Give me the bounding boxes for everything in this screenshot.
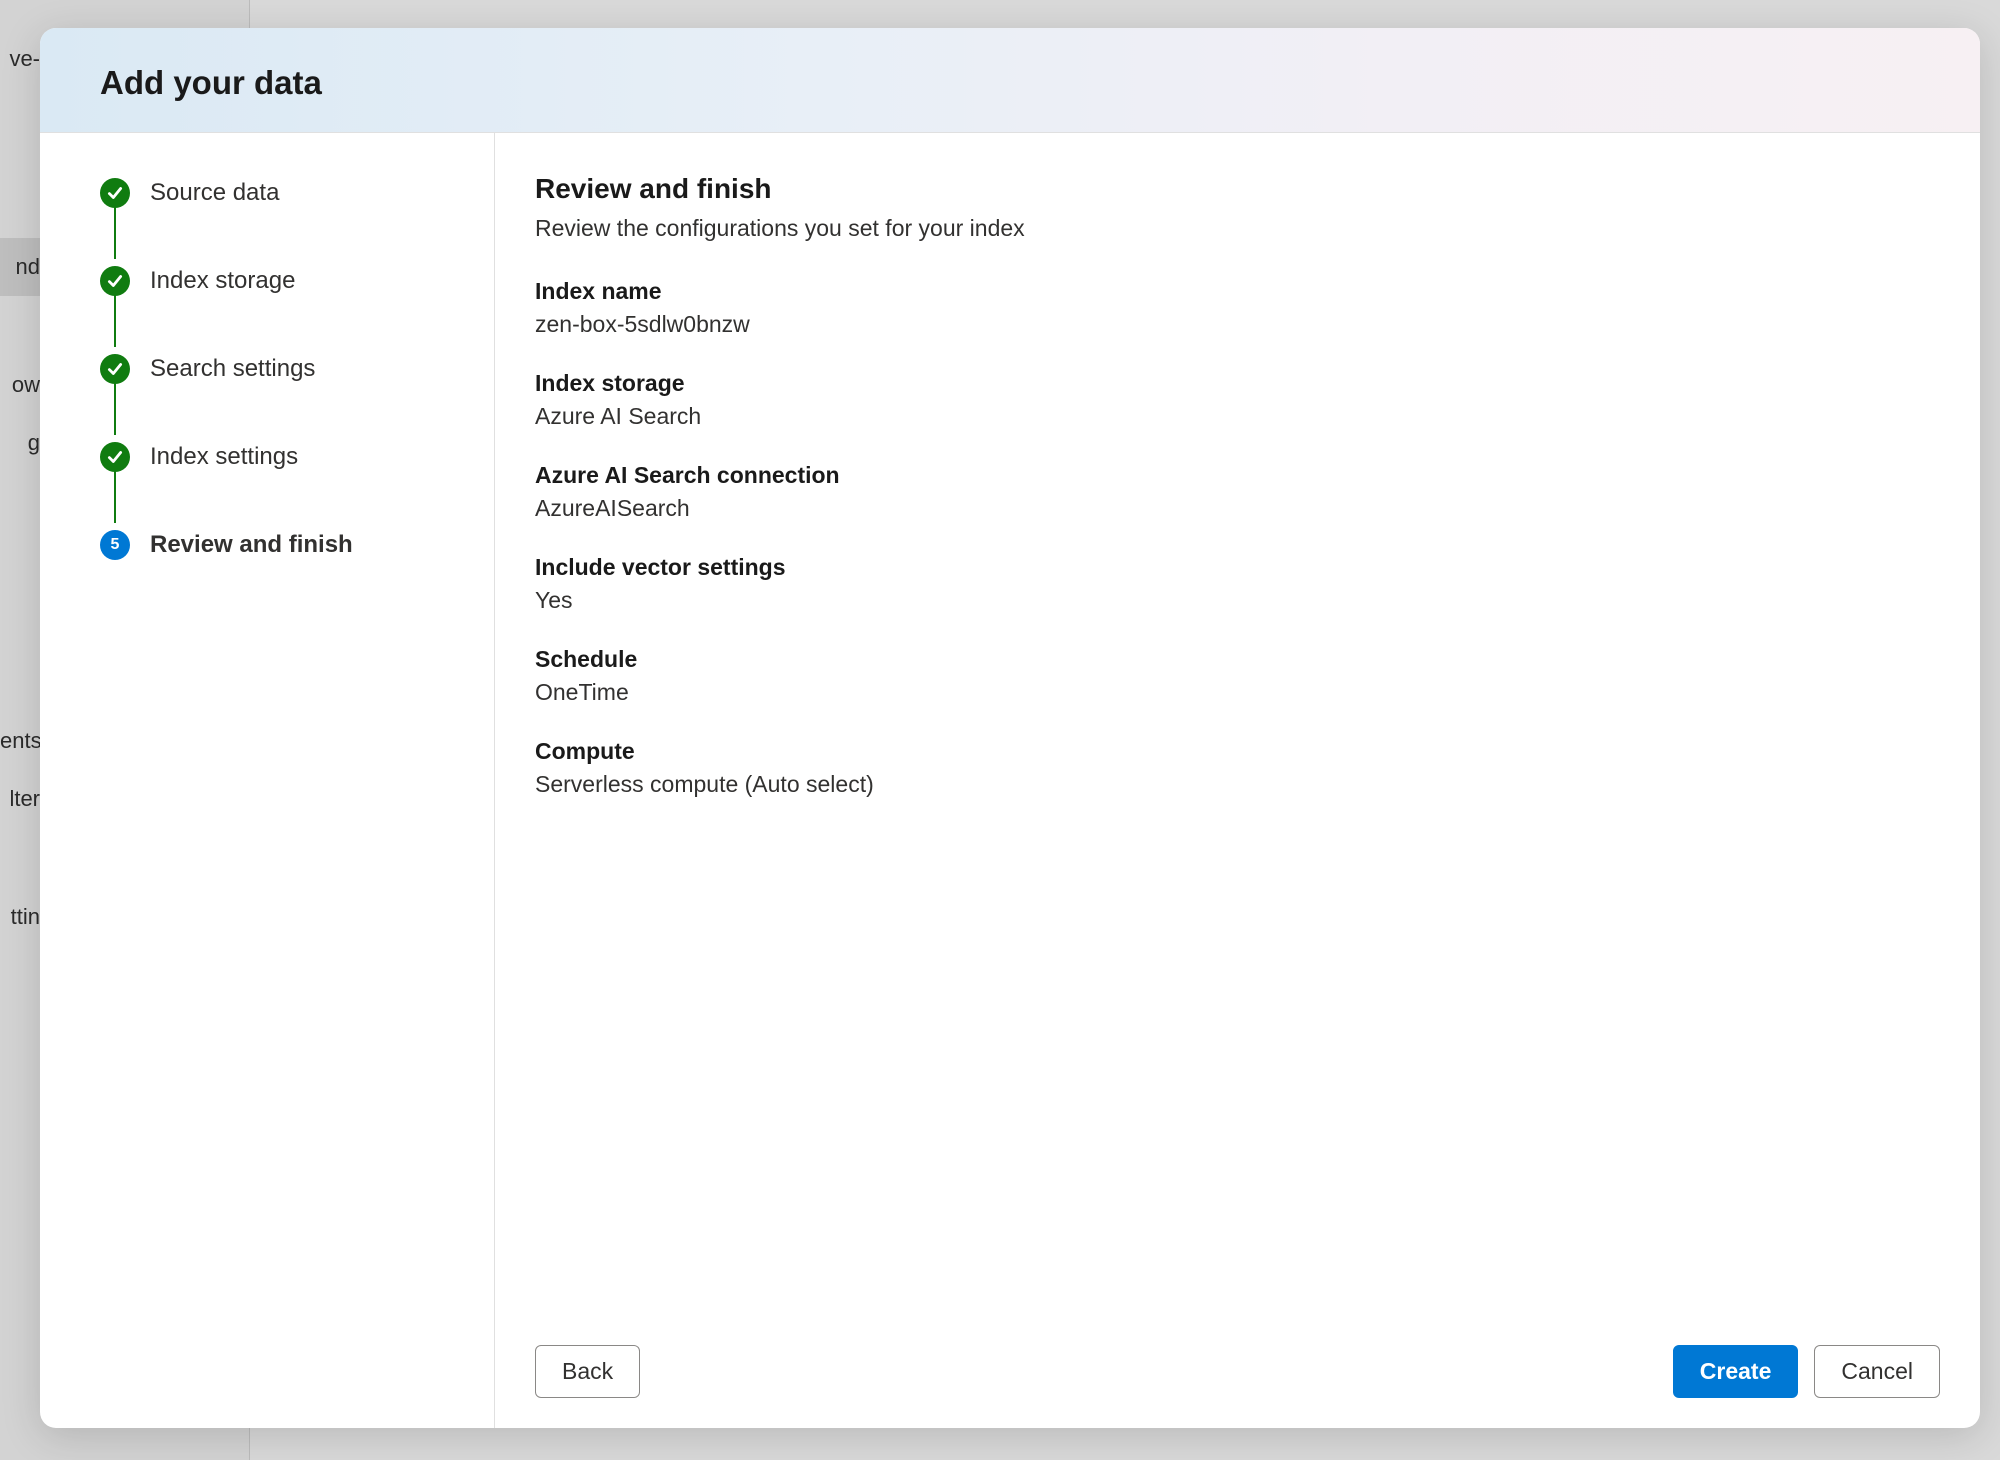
stepper-panel: Source data Index storage Search s	[40, 133, 495, 1428]
review-field-index-name: Index name zen-box-5sdlw0bnzw	[535, 278, 1940, 338]
review-label: Index storage	[535, 370, 1940, 397]
review-field-schedule: Schedule OneTime	[535, 646, 1940, 706]
footer-buttons: Back Create Cancel	[535, 1345, 1940, 1398]
stepper-item-source-data[interactable]: Source data	[100, 173, 454, 213]
add-data-modal: Add your data Source data In	[40, 28, 1980, 1428]
modal-body: Source data Index storage Search s	[40, 133, 1980, 1428]
review-value: AzureAISearch	[535, 495, 1940, 522]
stepper-label: Review and finish	[150, 531, 353, 559]
review-value: OneTime	[535, 679, 1940, 706]
stepper-connector	[114, 471, 116, 523]
review-label: Schedule	[535, 646, 1940, 673]
step-number-icon: 5	[100, 530, 130, 560]
review-value: Yes	[535, 587, 1940, 614]
stepper-item-search-settings[interactable]: Search settings	[100, 349, 454, 389]
stepper-label: Index settings	[150, 443, 298, 471]
stepper-connector	[114, 207, 116, 259]
review-subheading: Review the configurations you set for yo…	[535, 215, 1940, 242]
review-value: zen-box-5sdlw0bnzw	[535, 311, 1940, 338]
cancel-button[interactable]: Cancel	[1814, 1345, 1940, 1398]
stepper-item-review-and-finish[interactable]: 5 Review and finish	[100, 525, 454, 565]
stepper-label: Source data	[150, 179, 279, 207]
review-value: Serverless compute (Auto select)	[535, 771, 1940, 798]
stepper-label: Search settings	[150, 355, 315, 383]
review-panel: Review and finish Review the configurati…	[495, 133, 1980, 1428]
review-field-vector-settings: Include vector settings Yes	[535, 554, 1940, 614]
stepper-list: Source data Index storage Search s	[100, 173, 454, 565]
modal-title: Add your data	[100, 64, 1920, 102]
review-label: Include vector settings	[535, 554, 1940, 581]
checkmark-icon	[100, 178, 130, 208]
stepper-item-index-settings[interactable]: Index settings	[100, 437, 454, 477]
review-label: Index name	[535, 278, 1940, 305]
review-value: Azure AI Search	[535, 403, 1940, 430]
stepper-connector	[114, 383, 116, 435]
review-label: Azure AI Search connection	[535, 462, 1940, 489]
stepper-label: Index storage	[150, 267, 295, 295]
review-heading: Review and finish	[535, 173, 1940, 205]
modal-header: Add your data	[40, 28, 1980, 133]
review-field-index-storage: Index storage Azure AI Search	[535, 370, 1940, 430]
checkmark-icon	[100, 266, 130, 296]
checkmark-icon	[100, 354, 130, 384]
create-button[interactable]: Create	[1673, 1345, 1799, 1398]
review-field-search-connection: Azure AI Search connection AzureAISearch	[535, 462, 1940, 522]
stepper-connector	[114, 295, 116, 347]
back-button[interactable]: Back	[535, 1345, 640, 1398]
review-field-compute: Compute Serverless compute (Auto select)	[535, 738, 1940, 798]
stepper-item-index-storage[interactable]: Index storage	[100, 261, 454, 301]
review-label: Compute	[535, 738, 1940, 765]
checkmark-icon	[100, 442, 130, 472]
